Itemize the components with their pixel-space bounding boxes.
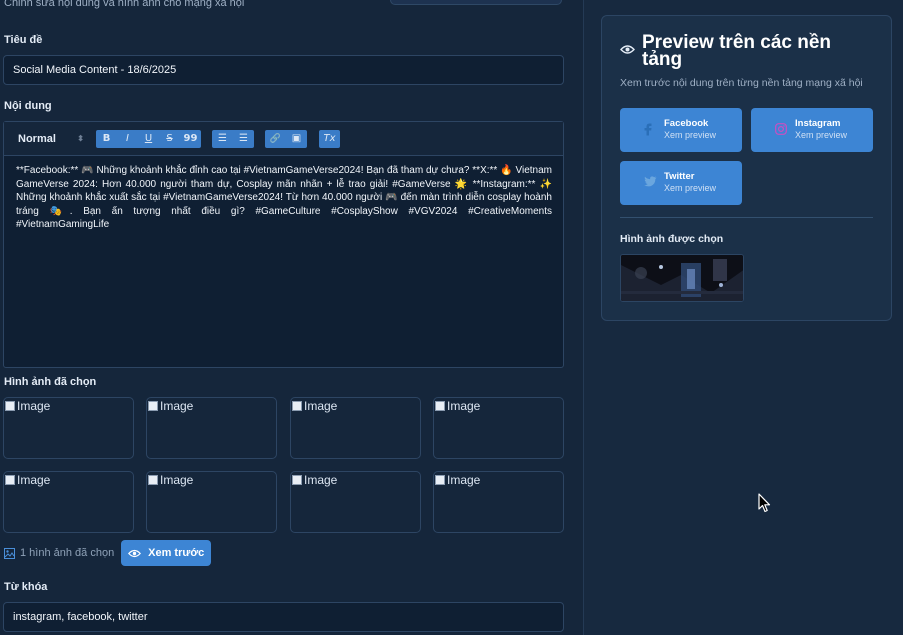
image-alt: Image [447, 473, 481, 487]
broken-image-icon [148, 475, 158, 485]
image-tile[interactable]: Image [433, 397, 564, 459]
strike-button[interactable]: S [159, 130, 180, 148]
image-count-row: 1 hình ảnh đã chọn Xem trước [4, 540, 212, 566]
list-group: ☰ ☰ [212, 130, 254, 148]
bold-button[interactable]: B [96, 130, 117, 148]
ordered-list-button[interactable]: ☰ [212, 130, 233, 148]
panel-divider [583, 0, 584, 635]
platform-name: Twitter [664, 171, 695, 182]
image-alt: Image [304, 399, 338, 413]
instagram-icon [775, 123, 787, 135]
preview-subtitle: Xem trước nội dung trên từng nền tảng mạ… [620, 77, 863, 89]
platform-action: Xem preview [795, 130, 848, 140]
broken-image-icon [5, 475, 15, 485]
broken-image-icon [435, 401, 445, 411]
keywords-label: Từ khóa [4, 581, 48, 593]
top-action-button[interactable] [390, 0, 562, 5]
format-select[interactable]: Normal ⬍ [12, 130, 86, 148]
platform-action: Xem preview [664, 183, 717, 193]
image-count-text: 1 hình ảnh đã chọn [20, 547, 115, 559]
eye-icon [128, 549, 142, 557]
editor-content[interactable]: **Facebook:** 🎮 Những khoảnh khắc đỉnh c… [16, 164, 552, 232]
rich-text-editor[interactable]: Normal ⬍ B I U S 99 ☰ ☰ 🔗 ▣ Tx **Faceboo… [3, 121, 564, 368]
keywords-input[interactable]: instagram, facebook, twitter [3, 602, 564, 632]
image-tile[interactable]: Image [290, 471, 421, 533]
blockquote-button[interactable]: 99 [180, 130, 201, 148]
image-button[interactable]: ▣ [286, 130, 307, 148]
insert-group: 🔗 ▣ [265, 130, 307, 148]
image-alt: Image [447, 399, 481, 413]
image-alt: Image [17, 399, 51, 413]
selected-image-label: Hình ảnh được chọn [620, 233, 724, 245]
title-input[interactable]: Social Media Content - 18/6/2025 [3, 55, 564, 85]
platform-action: Xem preview [664, 130, 717, 140]
card-divider [620, 217, 873, 218]
image-alt: Image [17, 473, 51, 487]
title-label: Tiêu đề [4, 34, 43, 46]
image-tile[interactable]: Image [146, 471, 277, 533]
text-format-group: B I U S 99 [96, 130, 201, 148]
twitter-icon [644, 176, 657, 187]
instagram-preview-button[interactable]: Instagram Xem preview [751, 108, 873, 152]
facebook-preview-button[interactable]: Facebook Xem preview [620, 108, 742, 152]
image-alt: Image [304, 473, 338, 487]
platform-name: Instagram [795, 118, 841, 129]
clean-group: Tx [319, 130, 340, 148]
selected-image-thumbnail[interactable] [620, 254, 744, 302]
image-tile[interactable]: Image [433, 471, 564, 533]
clean-format-button[interactable]: Tx [319, 130, 340, 148]
image-icon [4, 547, 15, 559]
image-alt: Image [160, 399, 194, 413]
preview-button[interactable]: Xem trước [121, 540, 212, 566]
facebook-icon [644, 123, 652, 136]
image-tile[interactable]: Image [146, 397, 277, 459]
broken-image-icon [148, 401, 158, 411]
editor-panel: Chỉnh sửa nội dung và hình ảnh cho mạng … [0, 0, 583, 635]
broken-image-icon [292, 475, 302, 485]
broken-image-icon [435, 475, 445, 485]
broken-image-icon [292, 401, 302, 411]
event-photo-image [621, 255, 743, 301]
broken-image-icon [5, 401, 15, 411]
editor-toolbar: Normal ⬍ B I U S 99 ☰ ☰ 🔗 ▣ Tx [4, 122, 563, 156]
format-select-value: Normal [18, 133, 56, 145]
eye-icon [620, 45, 635, 54]
content-label: Nội dung [4, 100, 52, 112]
image-tile[interactable]: Image [3, 471, 134, 533]
italic-button[interactable]: I [117, 130, 138, 148]
image-alt: Image [160, 473, 194, 487]
bullet-list-button[interactable]: ☰ [233, 130, 254, 148]
link-button[interactable]: 🔗 [265, 130, 286, 148]
mouse-cursor-icon [758, 493, 771, 513]
image-tile[interactable]: Image [3, 397, 134, 459]
preview-title: Preview trên các nền tảng [642, 32, 832, 70]
select-caret-icon: ⬍ [77, 134, 84, 143]
twitter-preview-button[interactable]: Twitter Xem preview [620, 161, 742, 205]
underline-button[interactable]: U [138, 130, 159, 148]
page-subtitle: Chỉnh sửa nội dung và hình ảnh cho mạng … [4, 0, 245, 9]
preview-button-label: Xem trước [148, 547, 205, 559]
image-tile[interactable]: Image [290, 397, 421, 459]
preview-card: Preview trên các nền tảng Xem trước nội … [601, 15, 892, 321]
platform-name: Facebook [664, 118, 709, 129]
images-label: Hình ảnh đã chọn [4, 376, 97, 388]
